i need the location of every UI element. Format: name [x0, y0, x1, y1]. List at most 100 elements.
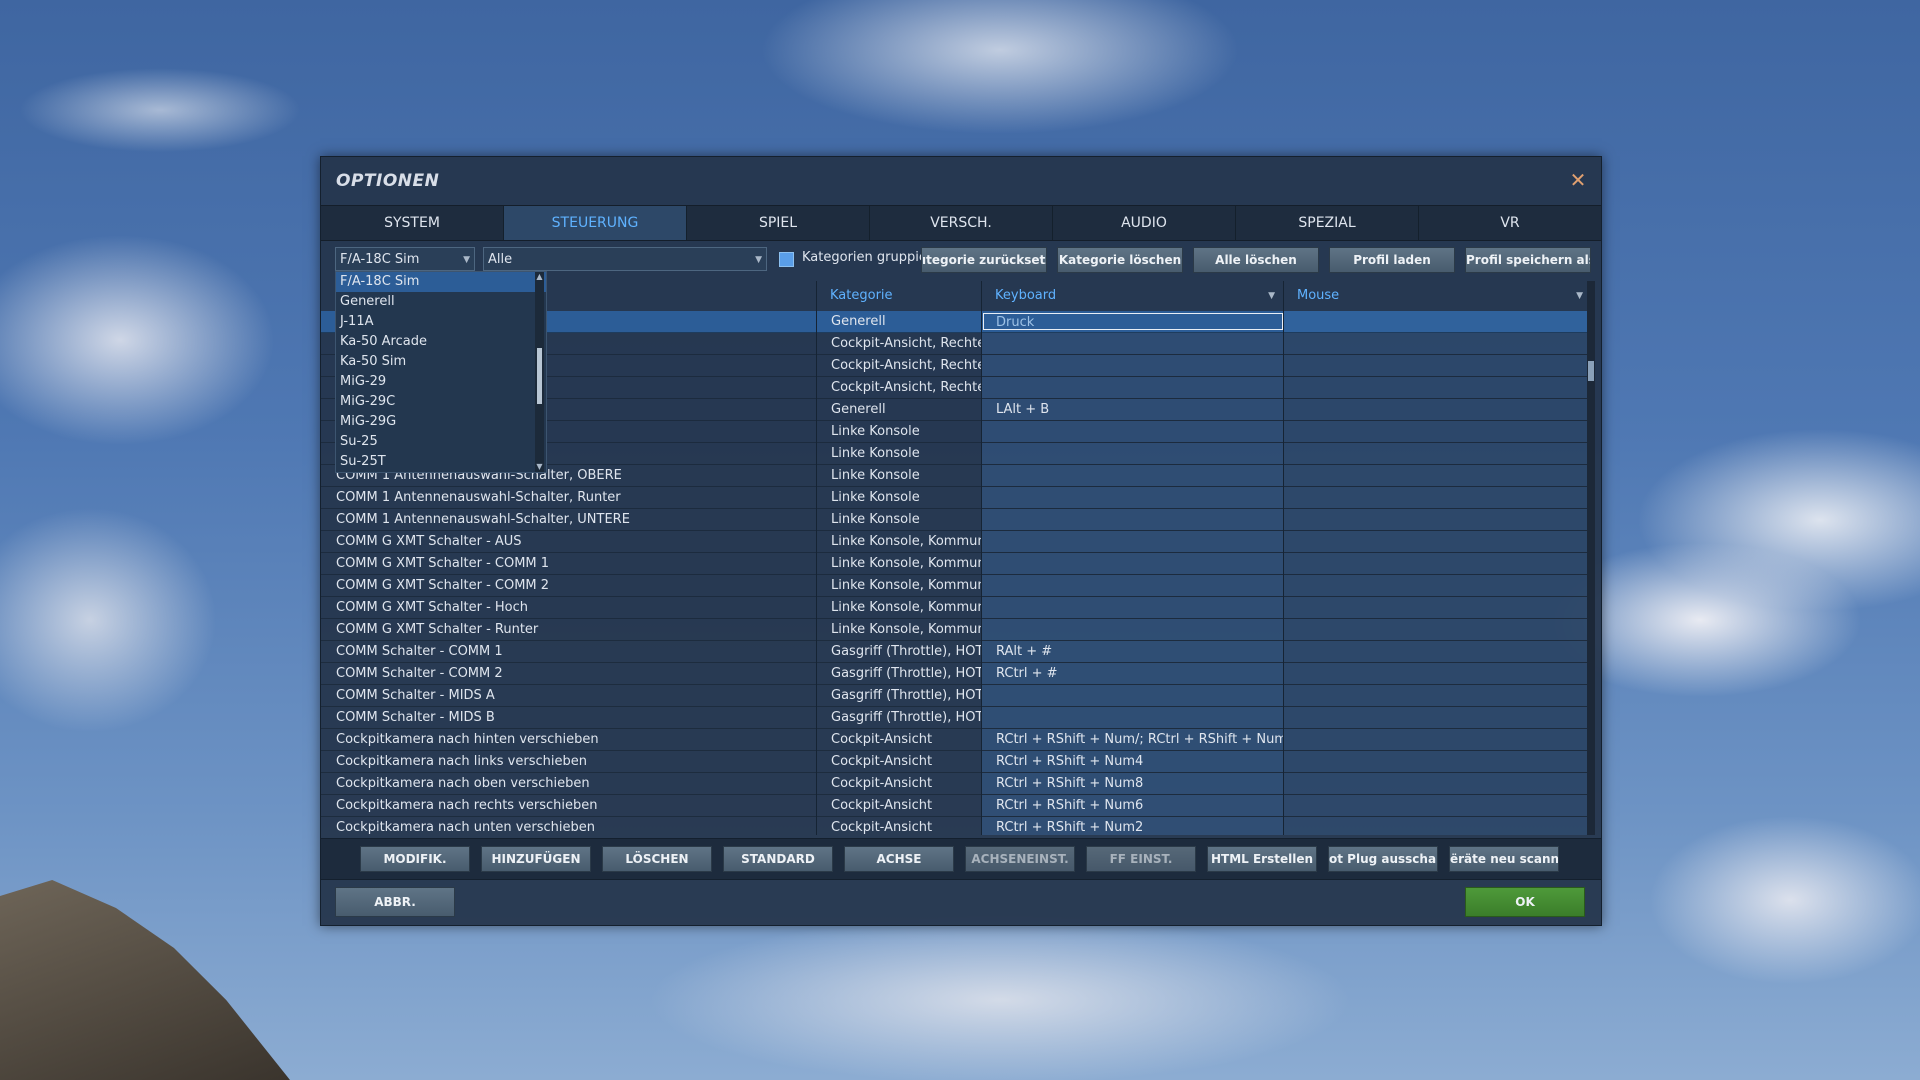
row-mouse-cell[interactable]: [1283, 663, 1591, 684]
clear-all-button[interactable]: Alle löschen: [1193, 247, 1319, 273]
table-scrollbar[interactable]: [1587, 281, 1595, 835]
row-mouse-cell[interactable]: [1283, 399, 1591, 420]
table-row[interactable]: COMM 1 Antennenauswahl-Schalter, UNTERE L…: [321, 509, 1591, 531]
row-keyboard-cell[interactable]: [981, 421, 1283, 442]
axis-settings-button[interactable]: ACHSENEINST.: [965, 846, 1075, 872]
table-row[interactable]: Cockpitkamera nach unten verschieben Cock…: [321, 817, 1591, 835]
row-keyboard-cell[interactable]: [981, 531, 1283, 552]
row-keyboard-cell[interactable]: RCtrl + RShift + Num2: [981, 817, 1283, 835]
row-keyboard-cell[interactable]: LAlt + B: [981, 399, 1283, 420]
table-row[interactable]: COMM Schalter - MIDS A Gasgriff (Throttle…: [321, 685, 1591, 707]
tab-vr[interactable]: VR: [1419, 206, 1601, 240]
clear-category-button[interactable]: Kategorie löschen: [1057, 247, 1183, 273]
row-keyboard-cell[interactable]: [981, 355, 1283, 376]
row-mouse-cell[interactable]: [1283, 421, 1591, 442]
row-keyboard-cell[interactable]: [981, 443, 1283, 464]
row-mouse-cell[interactable]: [1283, 641, 1591, 662]
row-mouse-cell[interactable]: [1283, 597, 1591, 618]
row-mouse-cell[interactable]: [1283, 575, 1591, 596]
row-mouse-cell[interactable]: [1283, 487, 1591, 508]
dropdown-item[interactable]: Ka-50 Arcade: [336, 332, 546, 352]
row-keyboard-cell[interactable]: RCtrl + #: [981, 663, 1283, 684]
row-mouse-cell[interactable]: [1283, 465, 1591, 486]
row-mouse-cell[interactable]: [1283, 553, 1591, 574]
modify-button[interactable]: MODIFIK.: [360, 846, 470, 872]
dropdown-item[interactable]: Ka-50 Sim: [336, 352, 546, 372]
row-mouse-cell[interactable]: [1283, 509, 1591, 530]
dropdown-item[interactable]: F/A-18C Sim: [336, 272, 546, 292]
table-row[interactable]: COMM G XMT Schalter - COMM 2 Linke Konsol…: [321, 575, 1591, 597]
tab-audio[interactable]: AUDIO: [1053, 206, 1236, 240]
table-row[interactable]: COMM 1 Antennenauswahl-Schalter, Runter L…: [321, 487, 1591, 509]
row-mouse-cell[interactable]: [1283, 619, 1591, 640]
row-mouse-cell[interactable]: [1283, 377, 1591, 398]
row-keyboard-cell[interactable]: RCtrl + RShift + Num8: [981, 773, 1283, 794]
row-mouse-cell[interactable]: [1283, 817, 1591, 835]
row-mouse-cell[interactable]: [1283, 795, 1591, 816]
tab-versch[interactable]: VERSCH.: [870, 206, 1053, 240]
arrow-down-icon[interactable]: ▼: [535, 462, 544, 472]
ff-settings-button[interactable]: FF EINST.: [1086, 846, 1196, 872]
cancel-button[interactable]: ABBR.: [335, 887, 455, 917]
row-keyboard-cell[interactable]: [981, 575, 1283, 596]
table-scrollbar-thumb[interactable]: [1588, 361, 1594, 381]
reset-category-button[interactable]: ıtegorie zurücksetz: [921, 247, 1047, 273]
row-keyboard-cell[interactable]: [981, 509, 1283, 530]
row-mouse-cell[interactable]: [1283, 443, 1591, 464]
col-header-keyboard[interactable]: Keyboard ▼: [981, 281, 1283, 311]
table-row[interactable]: COMM Schalter - MIDS B Gasgriff (Throttle…: [321, 707, 1591, 729]
row-keyboard-cell[interactable]: [981, 685, 1283, 706]
dropdown-item[interactable]: J-11A: [336, 312, 546, 332]
dropdown-item[interactable]: MiG-29C: [336, 392, 546, 412]
row-keyboard-cell[interactable]: [981, 333, 1283, 354]
row-mouse-cell[interactable]: [1283, 333, 1591, 354]
dropdown-item[interactable]: Su-25T: [336, 452, 546, 472]
arrow-up-icon[interactable]: ▲: [535, 272, 544, 282]
dropdown-scrollbar[interactable]: ▲ ▼: [535, 272, 544, 472]
table-row[interactable]: Cockpitkamera nach hinten verschieben Coc…: [321, 729, 1591, 751]
col-header-category[interactable]: Kategorie: [816, 281, 981, 311]
row-keyboard-cell[interactable]: RAlt + #: [981, 641, 1283, 662]
table-row[interactable]: COMM G XMT Schalter - Hoch Linke Konsole,…: [321, 597, 1591, 619]
row-keyboard-cell[interactable]: RCtrl + RShift + Num4: [981, 751, 1283, 772]
delete-button[interactable]: LÖSCHEN: [602, 846, 712, 872]
rescan-devices-button[interactable]: ëräte neu scanne: [1449, 846, 1559, 872]
category-filter-select[interactable]: Alle ▼: [483, 247, 767, 271]
row-keyboard-cell[interactable]: [981, 707, 1283, 728]
row-mouse-cell[interactable]: [1283, 729, 1591, 750]
row-mouse-cell[interactable]: [1283, 355, 1591, 376]
dropdown-item[interactable]: Generell: [336, 292, 546, 312]
default-button[interactable]: STANDARD: [723, 846, 833, 872]
tab-spiel[interactable]: SPIEL: [687, 206, 870, 240]
save-profile-as-button[interactable]: Profil speichern als: [1465, 247, 1591, 273]
table-row[interactable]: COMM Schalter - COMM 2 Gasgriff (Throttle…: [321, 663, 1591, 685]
aircraft-select[interactable]: F/A-18C Sim ▼: [335, 247, 475, 271]
dropdown-item[interactable]: MiG-29G: [336, 412, 546, 432]
axis-button[interactable]: ACHSE: [844, 846, 954, 872]
row-keyboard-cell[interactable]: RCtrl + RShift + Num/; RCtrl + RShift + …: [981, 729, 1283, 750]
table-row[interactable]: Cockpitkamera nach rechts verschieben Coc…: [321, 795, 1591, 817]
add-button[interactable]: HINZUFÜGEN: [481, 846, 591, 872]
row-mouse-cell[interactable]: [1283, 707, 1591, 728]
tab-system[interactable]: SYSTEM: [321, 206, 504, 240]
row-keyboard-cell[interactable]: [981, 619, 1283, 640]
ok-button[interactable]: OK: [1465, 887, 1585, 917]
tab-steuerung[interactable]: STEUERUNG: [504, 206, 687, 240]
dropdown-item[interactable]: Su-25: [336, 432, 546, 452]
table-row[interactable]: COMM G XMT Schalter - COMM 1 Linke Konsol…: [321, 553, 1591, 575]
table-row[interactable]: COMM Schalter - COMM 1 Gasgriff (Throttle…: [321, 641, 1591, 663]
row-mouse-cell[interactable]: [1283, 685, 1591, 706]
row-mouse-cell[interactable]: [1283, 751, 1591, 772]
tab-spezial[interactable]: SPEZIAL: [1236, 206, 1419, 240]
row-mouse-cell[interactable]: [1283, 773, 1591, 794]
create-html-button[interactable]: HTML Erstellen: [1207, 846, 1317, 872]
dropdown-item[interactable]: MiG-29: [336, 372, 546, 392]
table-row[interactable]: COMM G XMT Schalter - AUS Linke Konsole, …: [321, 531, 1591, 553]
load-profile-button[interactable]: Profil laden: [1329, 247, 1455, 273]
close-icon[interactable]: ✕: [1567, 169, 1589, 191]
row-keyboard-cell[interactable]: [981, 597, 1283, 618]
keyboard-binding-editor[interactable]: Druck: [983, 313, 1283, 330]
table-row[interactable]: Cockpitkamera nach oben verschieben Cockp…: [321, 773, 1591, 795]
row-keyboard-cell[interactable]: [981, 553, 1283, 574]
row-mouse-cell[interactable]: [1283, 531, 1591, 552]
